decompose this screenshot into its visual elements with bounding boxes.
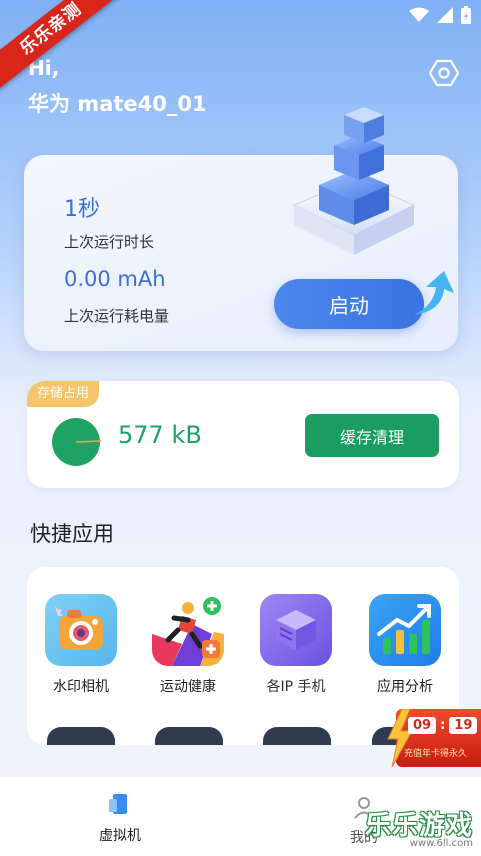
storage-pie-chart (52, 418, 101, 466)
start-button[interactable]: 启动 (274, 279, 424, 329)
app-row2-icon-partial[interactable] (47, 727, 115, 745)
app-label: 运动健康 (160, 679, 216, 695)
last-run-duration-label: 上次运行时长 (64, 233, 155, 251)
countdown-minutes: 19 (449, 717, 478, 734)
app-row2-icon-partial[interactable] (155, 727, 223, 745)
last-run-duration-value: 1秒 (64, 197, 100, 222)
app-sports-health[interactable]: 运动健康 (143, 594, 233, 696)
storage-value: 577 kB (118, 421, 202, 449)
last-run-power-label: 上次运行耗电量 (64, 307, 170, 325)
watermark-text: 乐乐游戏 (364, 811, 473, 841)
device-name: 华为 mate40_01 (28, 92, 207, 116)
run-summary-card: 1秒 上次运行时长 0.00 mAh 上次运行耗电量 启动 (24, 107, 458, 351)
app-usage-analysis[interactable]: 应用分析 (360, 594, 450, 696)
countdown-hours: 09 (408, 717, 437, 734)
running-icon (152, 594, 224, 666)
quick-apps-title: 快捷应用 (30, 522, 114, 546)
server-icon (260, 594, 332, 666)
battery-icon (461, 6, 471, 24)
promo-text: 充值年卡得永久 (404, 749, 468, 759)
phone-device-icon (109, 794, 127, 814)
app-watermark-camera[interactable]: 水印相机 (36, 594, 126, 696)
app-ip-phone[interactable]: 各IP 手机 (251, 594, 341, 696)
storage-card: 存储占用 577 kB 缓存清理 (27, 381, 459, 488)
app-label: 水印相机 (53, 679, 109, 695)
camera-icon (45, 594, 117, 666)
nav-vm-label: 虚拟机 (99, 828, 141, 844)
cube-illustration (292, 107, 416, 255)
signal-icon (437, 7, 453, 23)
app-label: 应用分析 (377, 679, 433, 695)
clear-cache-button[interactable]: 缓存清理 (305, 414, 439, 457)
wifi-icon (409, 7, 429, 22)
app-label: 各IP 手机 (266, 679, 326, 695)
settings-hexagon-icon[interactable] (429, 58, 459, 88)
countdown-colon: : (440, 718, 446, 733)
nav-virtual-machine[interactable]: 虚拟机 (90, 791, 150, 845)
arrow-up-right-icon (414, 271, 454, 315)
site-watermark: 乐乐游戏 www.6ll.com (365, 805, 473, 849)
chart-icon (369, 594, 441, 666)
last-run-power-value: 0.00 mAh (64, 267, 166, 291)
app-row2-icon-partial[interactable] (263, 727, 331, 745)
storage-tag: 存储占用 (27, 381, 100, 407)
promo-countdown-badge[interactable]: 09 : 19 充值年卡得永久 (384, 709, 481, 767)
